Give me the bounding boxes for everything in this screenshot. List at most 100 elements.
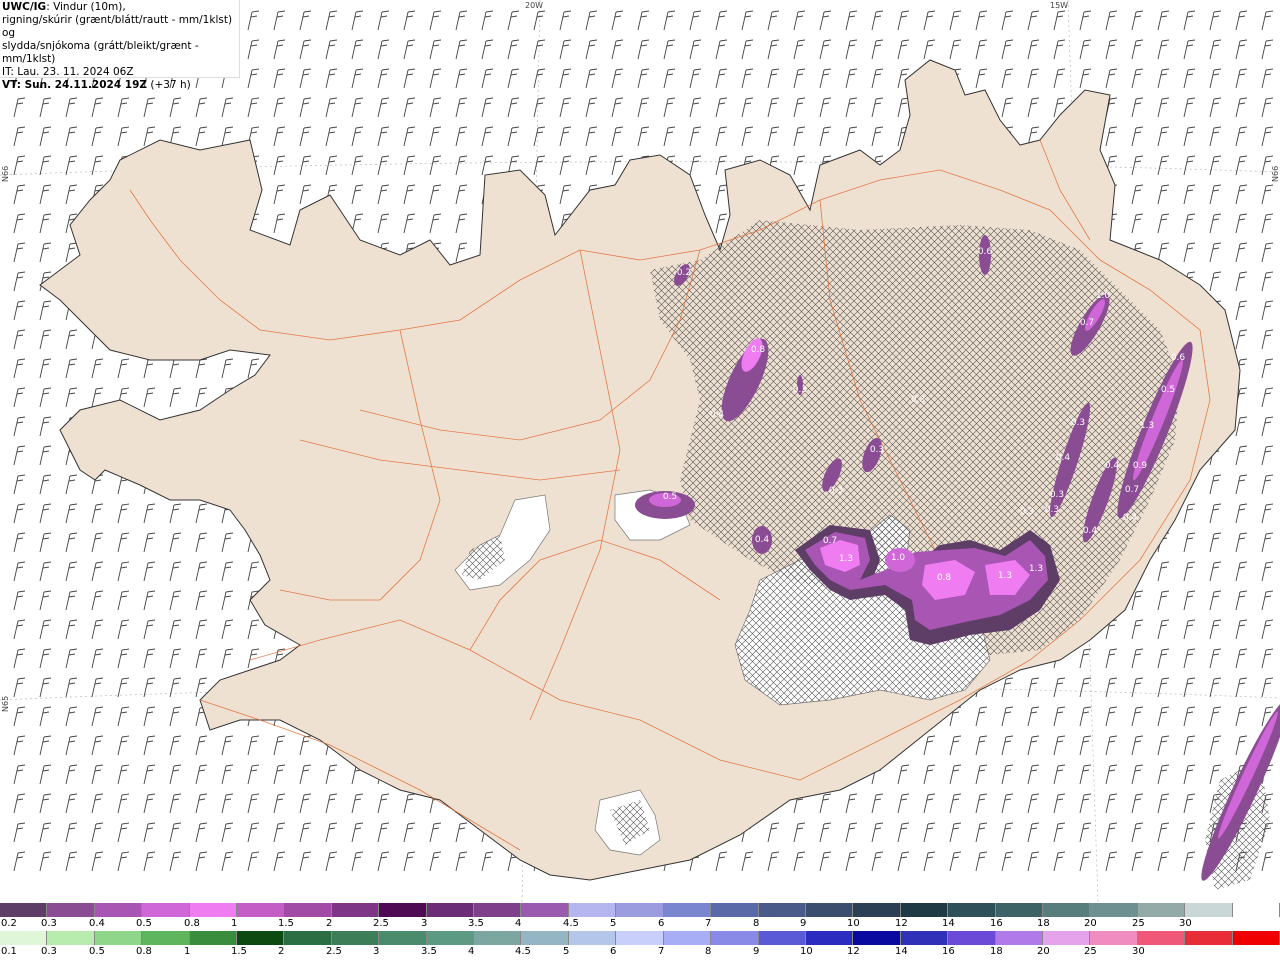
wind-barb-icon <box>663 68 676 89</box>
wind-barb-icon <box>1209 213 1222 234</box>
wind-barb-icon <box>1209 155 1222 176</box>
wind-barb-icon <box>117 503 130 524</box>
scale-label: 6 <box>610 946 617 957</box>
wind-barb-icon <box>1235 329 1248 350</box>
wind-barb-icon <box>221 764 234 785</box>
wind-barb-icon <box>195 532 208 553</box>
scale-swatch <box>189 931 238 945</box>
wind-barb-icon <box>1235 68 1248 89</box>
wind-barb-icon <box>715 10 728 31</box>
wind-barb-icon <box>273 213 286 234</box>
wind-barb-icon <box>533 39 546 60</box>
wind-barb-icon <box>1183 793 1196 814</box>
scale-label: 1.5 <box>278 918 294 929</box>
wind-barb-icon <box>39 561 52 582</box>
wind-barb-icon <box>377 155 390 176</box>
wind-barb-icon <box>299 68 312 89</box>
wind-barb-icon <box>897 822 910 843</box>
wind-barb-icon <box>39 851 52 872</box>
wind-barb-icon <box>91 677 104 698</box>
precip-value-label: 0.3 <box>829 486 843 496</box>
wind-barb-icon <box>845 793 858 814</box>
precip-value-label: 1.0 <box>891 553 906 563</box>
wind-barb-icon <box>91 503 104 524</box>
wind-barb-icon <box>221 822 234 843</box>
wind-barb-icon <box>1131 39 1144 60</box>
wind-barb-icon <box>299 851 312 872</box>
wind-barb-icon <box>767 851 780 872</box>
wind-barb-icon <box>1235 271 1248 292</box>
wind-barb-icon <box>455 213 468 234</box>
wind-barb-icon <box>1131 126 1144 147</box>
wind-barb-icon <box>403 97 416 118</box>
scale-swatch <box>853 903 901 917</box>
wind-barb-icon <box>169 677 182 698</box>
wind-barb-icon <box>351 184 364 205</box>
scale-swatch <box>1232 931 1280 945</box>
scale-label: 0.1 <box>1 946 17 957</box>
wind-barb-icon <box>13 677 26 698</box>
wind-barb-icon <box>1053 793 1066 814</box>
wind-barb-icon <box>91 822 104 843</box>
wind-barb-icon <box>247 68 260 89</box>
wind-barb-icon <box>1157 793 1170 814</box>
scale-label: 9 <box>800 918 807 929</box>
wind-barb-icon <box>1261 532 1274 553</box>
wind-barb-icon <box>455 68 468 89</box>
wind-barb-icon <box>1027 735 1040 756</box>
scale-swatch <box>474 903 522 917</box>
scale-swatch <box>331 931 380 945</box>
scale-swatch <box>711 903 759 917</box>
wind-barb-icon <box>1053 677 1066 698</box>
wind-barb-icon <box>1235 503 1248 524</box>
wind-barb-icon <box>91 561 104 582</box>
wind-barb-icon <box>1131 213 1144 234</box>
wind-barb-icon <box>273 155 286 176</box>
scale-label: 5 <box>610 918 617 929</box>
wind-barb-icon <box>1183 68 1196 89</box>
weather-map: 0.2 0.8 0.4 0.5 0.4 0.6 1.0 0.7 0.6 0.5 1.3 0.9 0.7 0… <box>0 0 1280 902</box>
wind-barb-icon <box>13 300 26 321</box>
wind-barb-icon <box>1183 184 1196 205</box>
wind-barb-icon <box>273 851 286 872</box>
scale-label: 10 <box>847 918 860 929</box>
scale-swatch <box>1042 931 1091 945</box>
wind-barb-icon <box>13 590 26 611</box>
wind-barb-icon <box>1183 619 1196 640</box>
wind-barb-icon <box>221 619 234 640</box>
wind-barb-icon <box>195 822 208 843</box>
wind-barb-icon <box>429 39 442 60</box>
wind-barb-icon <box>559 184 572 205</box>
wind-barb-icon <box>975 10 988 31</box>
wind-barb-icon <box>1235 300 1248 321</box>
wind-barb-icon <box>819 851 832 872</box>
rain-scale-labels: 0.1 0.3 0.5 0.8 1 1.5 2 2.5 3 3.5 4 4.5 5 6 7 8 9 10 12 14 1… <box>0 946 1280 960</box>
wind-barb-icon <box>1261 39 1274 60</box>
wind-barb-icon <box>1209 532 1222 553</box>
wind-barb-icon <box>845 10 858 31</box>
wind-barb-icon <box>715 68 728 89</box>
scale-label: 14 <box>942 918 955 929</box>
wind-barb-icon <box>1157 764 1170 785</box>
wind-barb-icon <box>117 126 130 147</box>
scale-swatch <box>1185 931 1233 945</box>
scale-swatch <box>616 903 664 917</box>
wind-barb-icon <box>1157 68 1170 89</box>
wind-barb-icon <box>39 706 52 727</box>
scale-label: 25 <box>1132 918 1145 929</box>
wind-barb-icon <box>845 97 858 118</box>
wind-barb-icon <box>39 155 52 176</box>
wind-barb-icon <box>1105 735 1118 756</box>
wind-barb-icon <box>403 10 416 31</box>
wind-barb-icon <box>299 735 312 756</box>
wind-barb-icon <box>819 10 832 31</box>
wind-barb-icon <box>1001 68 1014 89</box>
scale-label: 14 <box>895 946 908 957</box>
snow-color-scale <box>0 903 1280 917</box>
wind-barb-icon <box>819 822 832 843</box>
wind-barb-icon <box>351 155 364 176</box>
wind-barb-icon <box>1235 590 1248 611</box>
title-line2: rigning/skúrir (grænt/blátt/rautt - mm/1… <box>2 14 233 39</box>
snow-scale-labels: 0.2 0.3 0.4 0.5 0.8 1 1.5 2 2.5 3 3.5 4 4.5 5 6 7 8 9 10 12… <box>0 918 1280 932</box>
wind-barb-icon <box>1261 561 1274 582</box>
